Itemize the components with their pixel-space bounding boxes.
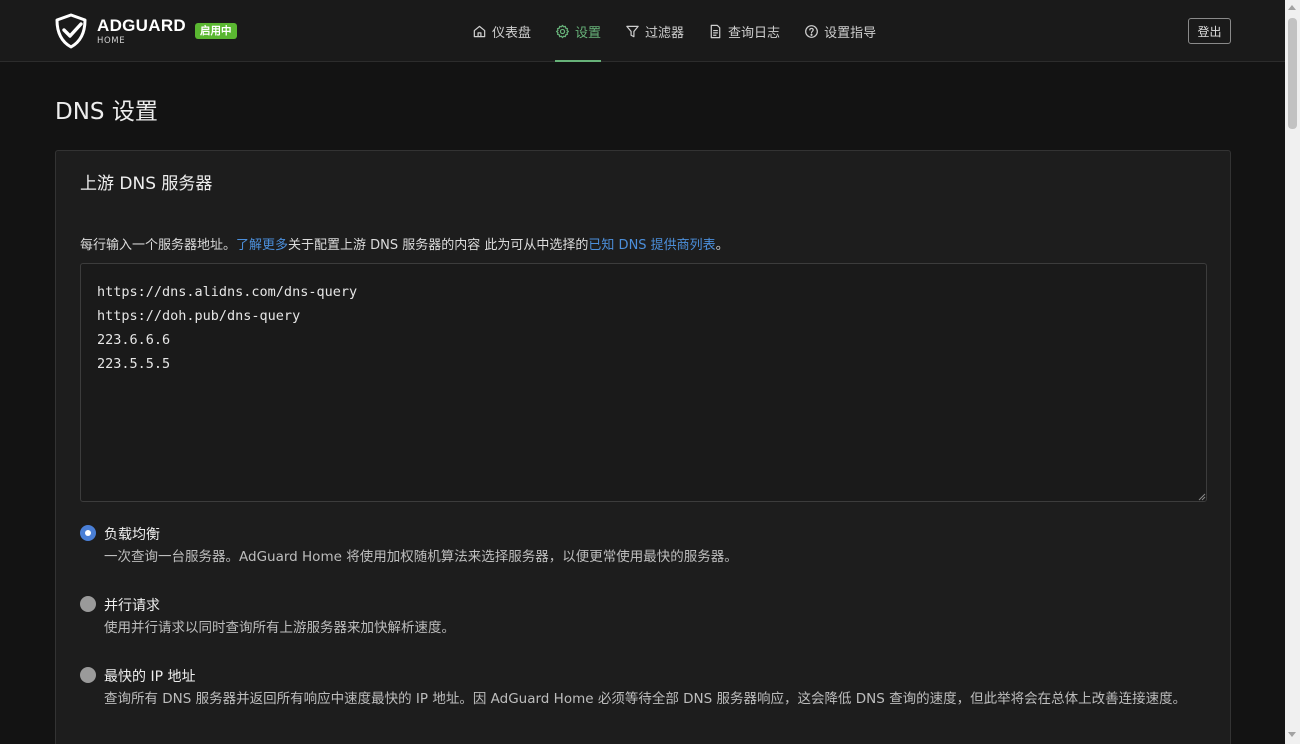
- mode-label: 最快的 IP 地址: [104, 669, 196, 685]
- scroll-down-arrow-icon[interactable]: [1288, 732, 1296, 737]
- logo-subtitle: HOME: [97, 35, 126, 46]
- page-title: DNS 设置: [55, 99, 158, 125]
- upstream-hint: 每行输入一个服务器地址。了解更多关于配置上游 DNS 服务器的内容 此为可从中选…: [80, 234, 729, 253]
- main-nav: 仪表盘 设置 过滤器 查询日志 设置指导: [472, 0, 900, 62]
- nav-settings-label: 设置: [575, 25, 602, 41]
- nav-dashboard[interactable]: 仪表盘: [472, 0, 531, 62]
- scroll-up-arrow-icon[interactable]: [1288, 5, 1296, 10]
- top-navbar: ADGUARD HOME 启用中 仪表盘 设置 过滤器 查询日志 设置指导 登出: [0, 0, 1285, 62]
- mode-label: 负载均衡: [104, 527, 160, 543]
- upstream-dns-card: 上游 DNS 服务器 每行输入一个服务器地址。了解更多关于配置上游 DNS 服务…: [55, 150, 1231, 744]
- mode-description: 查询所有 DNS 服务器并返回所有响应中速度最快的 IP 地址。因 AdGuar…: [104, 691, 1187, 707]
- nav-setup-guide-label: 设置指导: [824, 25, 877, 41]
- mode-label: 并行请求: [104, 598, 160, 614]
- home-icon: [473, 25, 486, 37]
- status-badge: 启用中: [195, 23, 237, 39]
- mode-description: 使用并行请求以同时查询所有上游服务器来加快解析速度。: [104, 620, 455, 636]
- hint-middle: 关于配置上游 DNS 服务器的内容 此为可从中选择的: [288, 238, 589, 253]
- help-icon: [805, 24, 818, 38]
- adguard-logo[interactable]: ADGUARD HOME: [54, 13, 186, 49]
- dns-providers-link[interactable]: 已知 DNS 提供商列表: [588, 238, 715, 253]
- nav-query-log[interactable]: 查询日志: [708, 0, 780, 62]
- nav-setup-guide[interactable]: 设置指导: [804, 0, 876, 62]
- card-title: 上游 DNS 服务器: [80, 174, 213, 194]
- page-scrollbar[interactable]: [1285, 0, 1300, 744]
- hint-prefix: 每行输入一个服务器地址。: [80, 238, 237, 253]
- gear-icon: [556, 24, 570, 38]
- nav-filters-label: 过滤器: [645, 25, 685, 41]
- document-icon: [710, 24, 721, 38]
- radio-load-balancing[interactable]: [80, 525, 96, 541]
- nav-query-log-label: 查询日志: [728, 25, 781, 41]
- radio-fastest-ip[interactable]: [80, 667, 96, 683]
- radio-parallel-requests[interactable]: [80, 596, 96, 612]
- nav-settings[interactable]: 设置: [555, 0, 602, 62]
- filter-icon: [626, 25, 639, 37]
- shield-check-icon: [55, 13, 87, 49]
- learn-more-link[interactable]: 了解更多: [236, 238, 288, 253]
- logout-button[interactable]: 登出: [1188, 18, 1231, 44]
- resize-grip-icon[interactable]: [1198, 493, 1206, 501]
- hint-suffix: 。: [715, 238, 729, 253]
- upstream-servers-textarea[interactable]: [80, 263, 1207, 502]
- logo-title: ADGUARD: [97, 15, 186, 35]
- nav-filters[interactable]: 过滤器: [625, 0, 684, 62]
- scrollbar-thumb[interactable]: [1288, 18, 1297, 129]
- nav-dashboard-label: 仪表盘: [492, 25, 532, 41]
- mode-description: 一次查询一台服务器。AdGuard Home 将使用加权随机算法来选择服务器，以…: [104, 549, 738, 565]
